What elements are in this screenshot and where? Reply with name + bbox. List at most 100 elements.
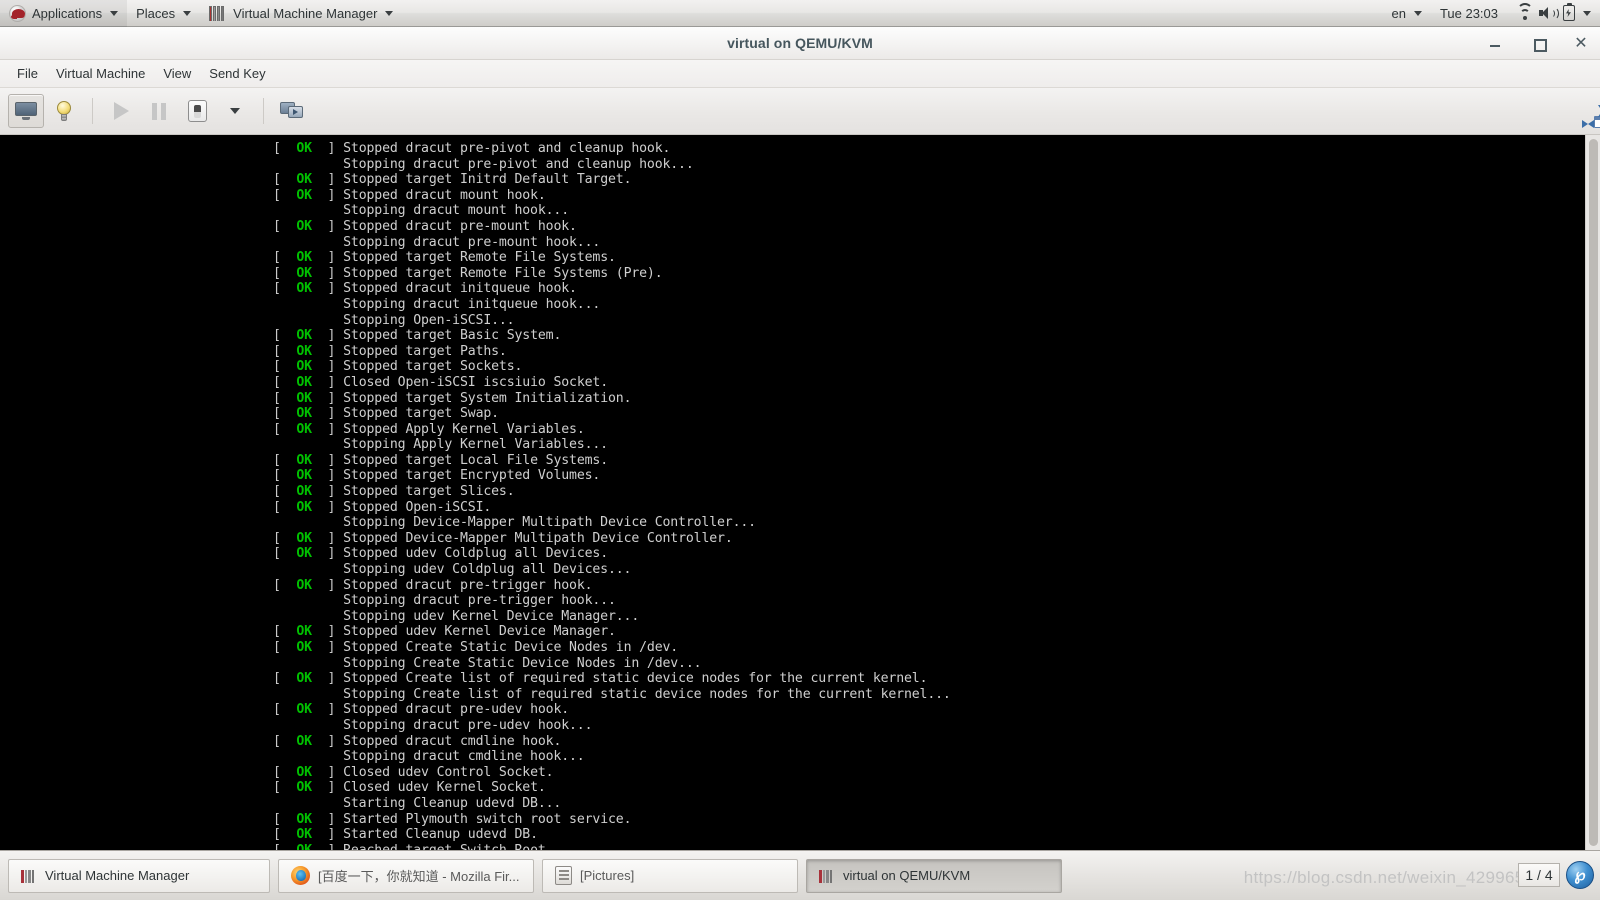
console-bracket-open: [ [273, 406, 297, 422]
console-bracket-close: ] [311, 359, 344, 375]
console-message: Stopping dracut cmdline hook... [273, 749, 585, 765]
console-line: Stopping dracut pre-trigger hook... [273, 593, 1585, 609]
speaker-icon [1539, 6, 1559, 20]
console-line: Stopping dracut cmdline hook... [273, 749, 1585, 765]
console-message: Stopping Create Static Device Nodes in /… [273, 655, 702, 671]
menu-virtual-machine[interactable]: Virtual Machine [47, 62, 154, 85]
workspace-switcher[interactable]: 1 / 4 [1518, 863, 1560, 887]
taskbar-item-pictures[interactable]: [Pictures] [542, 858, 798, 893]
taskbar-item-virtual-machine-manager[interactable]: Virtual Machine Manager [8, 858, 270, 893]
console-line: [ OK ] Stopped target System Initializat… [273, 391, 1585, 407]
console-message: Stopped udev Kernel Device Manager. [343, 624, 616, 640]
console-status-ok: OK [296, 468, 312, 484]
places-menu-label: Places [136, 5, 176, 21]
keyboard-layout-indicator[interactable]: en [1382, 0, 1430, 27]
shutdown-menu-button[interactable] [217, 94, 253, 128]
run-button[interactable] [103, 94, 139, 128]
clock[interactable]: Tue 23:03 [1431, 0, 1507, 27]
console-line: Stopping dracut pre-udev hook... [273, 718, 1585, 734]
firefox-icon [291, 866, 310, 885]
console-line: [ OK ] Stopped target Sockets. [273, 359, 1585, 375]
console-message: Started Cleanup udevd DB. [343, 827, 538, 843]
console-status-ok: OK [296, 733, 312, 749]
console-status-ok: OK [296, 406, 312, 422]
console-bracket-open: [ [273, 328, 297, 344]
console-message: Stopped dracut pre-pivot and cleanup hoo… [343, 141, 671, 156]
console-line: [ OK ] Closed udev Kernel Socket. [273, 780, 1585, 796]
console-message: Stopping udev Kernel Device Manager... [273, 608, 640, 624]
console-bracket-close: ] [311, 343, 344, 359]
show-details-button[interactable] [46, 94, 82, 128]
console-line: [ OK ] Stopped target Remote File System… [273, 250, 1585, 266]
pause-button[interactable] [141, 94, 177, 128]
console-scrollbar[interactable] [1585, 135, 1600, 850]
taskbar-item-label: virtual on QEMU/KVM [843, 868, 971, 883]
console-message: Stopped target Remote File Systems (Pre)… [343, 265, 663, 281]
console-bracket-open: [ [273, 484, 297, 500]
console-bracket-close: ] [311, 733, 344, 749]
console-message: Stopping dracut pre-mount hook... [273, 234, 601, 250]
console-status-ok: OK [296, 359, 312, 375]
taskbar-item-firefox[interactable]: [百度一下，你就知道 - Mozilla Fir... [278, 858, 534, 893]
console-line: Stopping Device-Mapper Multipath Device … [273, 515, 1585, 531]
close-button[interactable]: ✕ [1572, 34, 1590, 52]
console-line: [ OK ] Stopped target Basic System. [273, 328, 1585, 344]
console-line: Stopping udev Coldplug all Devices... [273, 562, 1585, 578]
console-message: Stopping Apply Kernel Variables... [273, 437, 608, 453]
multi-screen-icon [280, 101, 304, 121]
console-bracket-close: ] [311, 421, 344, 437]
console-line: [ OK ] Reached target Switch Root. [273, 843, 1585, 850]
console-message: Stopping dracut pre-udev hook... [273, 717, 593, 733]
applications-menu[interactable]: Applications [0, 0, 128, 27]
keyboard-layout-label: en [1391, 5, 1406, 21]
console-message: Stopped target Sockets. [343, 359, 523, 375]
applications-menu-label: Applications [32, 5, 103, 21]
console-line: Stopping dracut pre-mount hook... [273, 235, 1585, 251]
redhat-logo-icon [9, 4, 26, 22]
console-bracket-open: [ [273, 577, 297, 593]
clock-label: Tue 23:03 [1439, 5, 1498, 21]
snapshots-button[interactable] [274, 94, 310, 128]
console-bracket-close: ] [311, 827, 344, 843]
maximize-button[interactable] [1529, 34, 1547, 52]
console-status-ok: OK [296, 499, 312, 515]
menu-send-key[interactable]: Send Key [200, 62, 274, 85]
console-bracket-open: [ [273, 671, 297, 687]
console-bracket-close: ] [311, 811, 344, 827]
console-bracket-open: [ [273, 141, 297, 156]
shutdown-button[interactable] [179, 94, 215, 128]
console-line: [ OK ] Stopped target Remote File System… [273, 266, 1585, 282]
power-switch-icon [187, 100, 207, 122]
window-title: virtual on QEMU/KVM [727, 35, 873, 51]
console-message: Started Plymouth switch root service. [343, 811, 632, 827]
toolbar [0, 88, 1600, 135]
show-console-button[interactable] [8, 94, 44, 128]
console-status-ok: OK [296, 421, 312, 437]
active-app-label: Virtual Machine Manager [233, 5, 378, 21]
console-line: [ OK ] Stopped Open-iSCSI. [273, 500, 1585, 516]
minimize-button[interactable] [1486, 34, 1504, 52]
console-bracket-close: ] [311, 187, 344, 203]
console-line: [ OK ] Stopped target Initrd Default Tar… [273, 172, 1585, 188]
console-message: Stopped Open-iSCSI. [343, 499, 492, 515]
taskbar-item-virtual-on-qemu-kvm[interactable]: virtual on QEMU/KVM [806, 858, 1062, 893]
console-status-ok: OK [296, 343, 312, 359]
places-menu[interactable]: Places [127, 0, 200, 27]
window-titlebar: virtual on QEMU/KVM ✕ [0, 27, 1600, 60]
console-status-ok: OK [296, 843, 312, 850]
active-app-menu[interactable]: Virtual Machine Manager [200, 0, 402, 27]
console-line: [ OK ] Stopped dracut mount hook. [273, 188, 1585, 204]
console-scrollbar-thumb[interactable] [1589, 139, 1598, 846]
console-line: Stopping Create list of required static … [273, 687, 1585, 703]
menu-view[interactable]: View [154, 62, 200, 85]
console-bracket-open: [ [273, 702, 297, 718]
console-bracket-close: ] [311, 141, 344, 156]
monitor-icon [15, 102, 37, 120]
menu-file[interactable]: File [8, 62, 47, 85]
system-status-menu[interactable] [1507, 0, 1600, 27]
trash-applet-icon[interactable]: ℘ [1566, 861, 1594, 889]
console-message: Stopped target Initrd Default Target. [343, 172, 632, 188]
console-bracket-close: ] [311, 702, 344, 718]
vm-serial-console[interactable]: [ OK ] Stopped dracut pre-pivot and clea… [0, 135, 1585, 850]
console-message: Stopped target Paths. [343, 343, 507, 359]
